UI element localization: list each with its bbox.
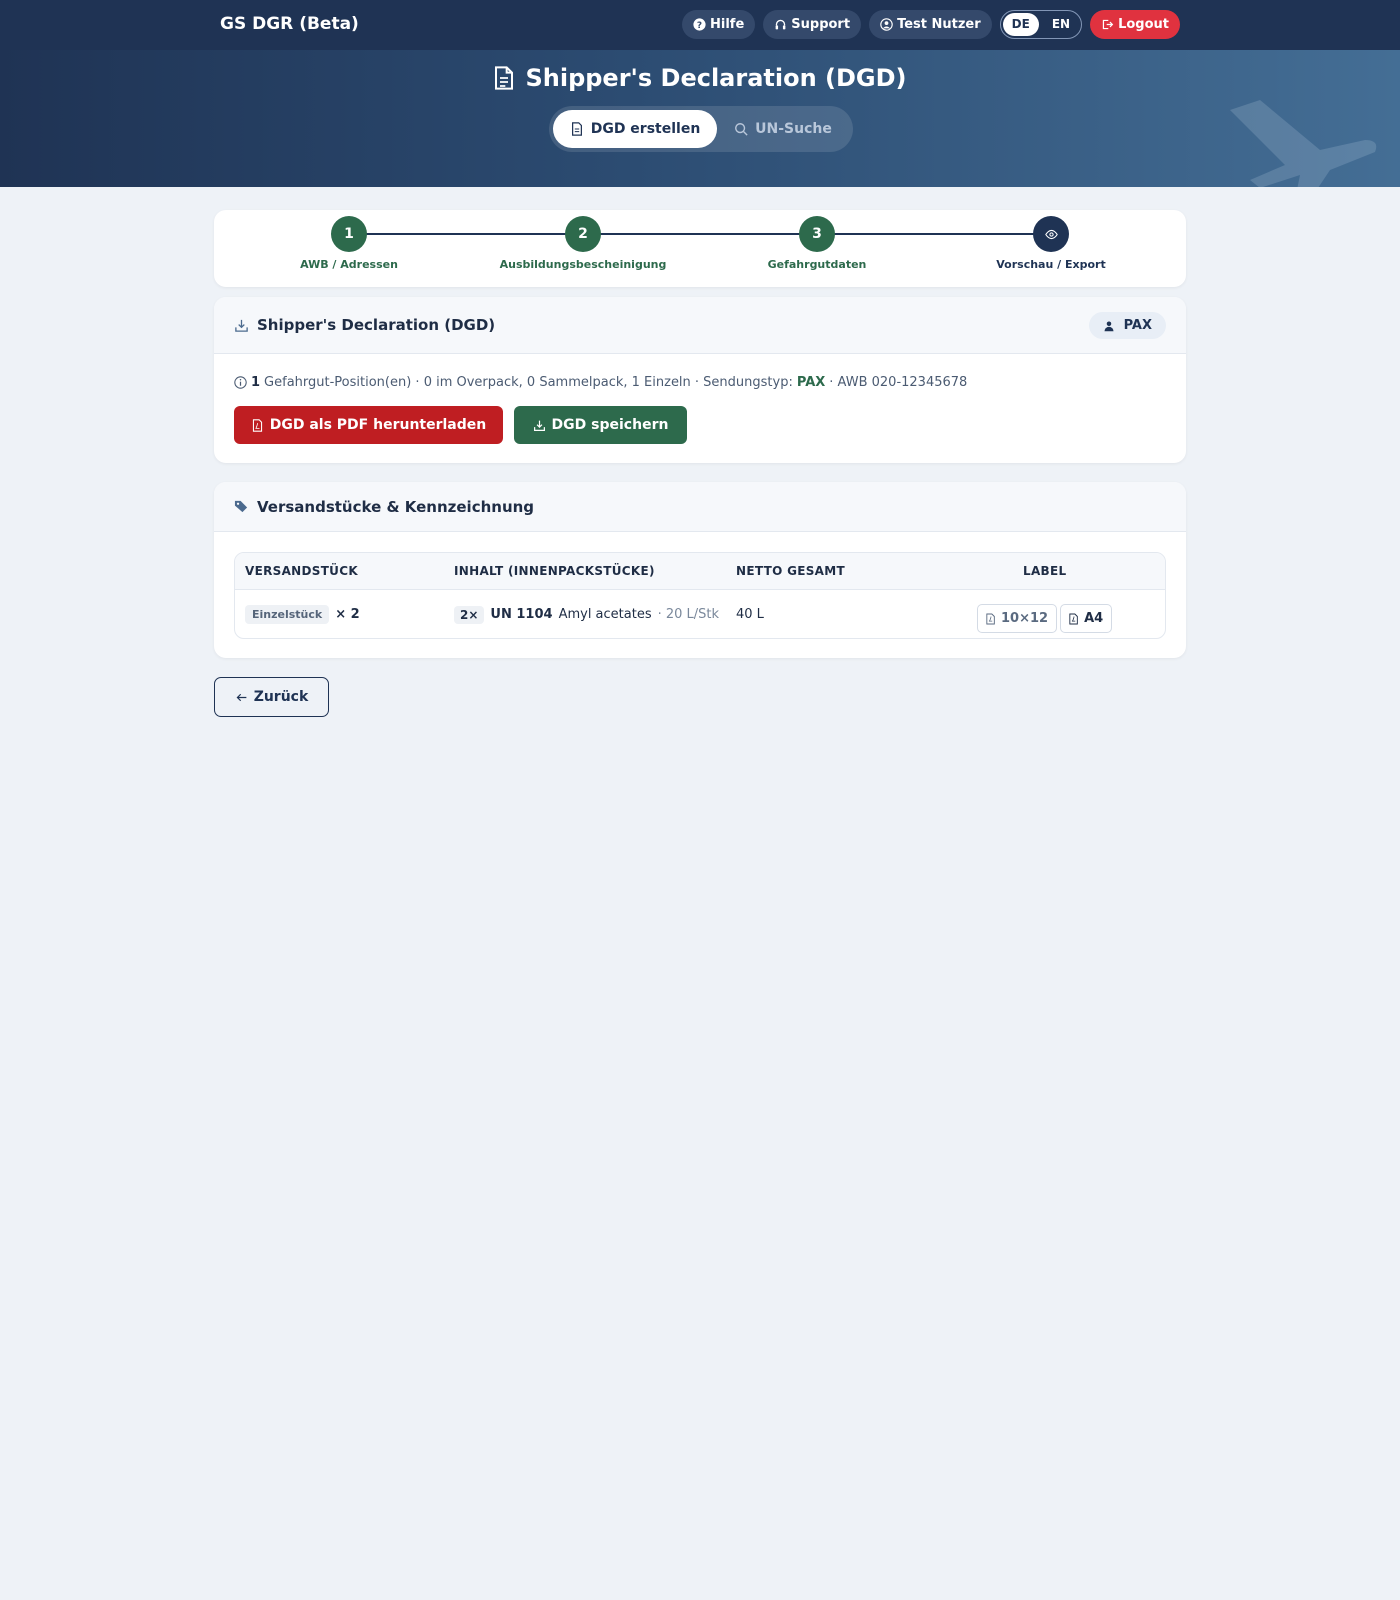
help-label: Hilfe: [710, 17, 745, 32]
back-label: Zurück: [253, 689, 309, 705]
label-size: 10×12: [1001, 611, 1049, 626]
card-title: Versandstücke & Kennzeichnung: [257, 497, 535, 516]
hero-banner: Shipper's Declaration (DGD) DGD erstelle…: [0, 50, 1400, 187]
step-label: Vorschau / Export: [996, 258, 1106, 271]
label-10x12-button[interactable]: 10×12: [977, 604, 1058, 633]
column-header: NETTO GESAMT: [736, 564, 845, 578]
substance-name: Amyl acetates: [558, 607, 652, 622]
packages-table: VERSANDSTÜCK INHALT (INNENPACKSTÜCKE) NE…: [234, 552, 1166, 639]
label-a4-button[interactable]: A4: [1060, 604, 1113, 633]
person-icon: [1104, 321, 1114, 331]
tab-un-suche[interactable]: UN-Suche: [717, 110, 849, 148]
document-icon: [495, 66, 514, 90]
badge-label: PAX: [1123, 318, 1152, 333]
step-gefahrgutdaten[interactable]: 3 Gefahrgutdaten: [717, 216, 917, 271]
inner-quantity: 2×: [454, 605, 485, 624]
summary-info: 1 Gefahrgut-Position(en) · 0 im Overpack…: [234, 375, 967, 390]
position-count: 1: [251, 375, 261, 390]
step-number: 1: [331, 216, 367, 252]
card-title: Shipper's Declaration (DGD): [257, 316, 496, 334]
arrow-left-icon: [236, 693, 247, 701]
stepper-line: [349, 233, 1051, 235]
headset-icon: [775, 19, 786, 30]
step-label: AWB / Adressen: [300, 258, 398, 271]
step-number: 3: [799, 216, 835, 252]
content-cell: 2× UN 1104 Amyl acetates · 20 L/Stk: [454, 590, 720, 638]
net-total-cell: 40 L: [736, 590, 764, 638]
eye-icon: [1044, 229, 1058, 239]
tab-label: UN-Suche: [755, 121, 832, 137]
download-icon: [235, 319, 248, 332]
search-icon: [735, 123, 748, 136]
column-header: LABEL: [1023, 564, 1067, 578]
save-dgd-label: DGD speichern: [551, 417, 669, 433]
save-dgd-button[interactable]: DGD speichern: [514, 406, 687, 444]
step-label: Ausbildungsbescheinigung: [499, 258, 667, 271]
user-label: Test Nutzer: [897, 17, 981, 32]
logout-label: Logout: [1118, 17, 1169, 32]
label-size: A4: [1084, 611, 1104, 626]
download-pdf-label: DGD als PDF herunterladen: [269, 417, 487, 433]
package-count: × 2: [335, 607, 360, 622]
question-circle-icon: ?: [693, 18, 706, 31]
user-circle-icon: [880, 18, 893, 31]
download-icon: [533, 420, 545, 431]
column-header: INHALT (INNENPACKSTÜCKE): [454, 564, 655, 578]
app-brand[interactable]: GS DGR (Beta): [220, 0, 359, 50]
logout-button[interactable]: Logout: [1090, 10, 1180, 39]
step-vorschau-export[interactable]: Vorschau / Export: [951, 216, 1151, 271]
per-unit-quantity: · 20 L/Stk: [657, 607, 720, 622]
label-cell: 10×12 A4: [977, 594, 1113, 638]
tab-label: DGD erstellen: [590, 121, 701, 137]
step-current-indicator: [1033, 216, 1069, 252]
tab-dgd-erstellen[interactable]: DGD erstellen: [553, 110, 717, 148]
card-header: Versandstücke & Kennzeichnung: [214, 482, 1186, 532]
language-toggle: DE EN: [999, 10, 1083, 39]
support-label: Support: [791, 17, 851, 32]
step-ausbildungsbescheinigung[interactable]: 2 Ausbildungsbescheinigung: [483, 216, 683, 271]
dgd-export-card: Shipper's Declaration (DGD) PAX 1 Gefahr…: [214, 297, 1186, 463]
shipment-type-badge: PAX: [1088, 312, 1166, 339]
document-icon: [571, 122, 582, 136]
page-title-text: Shipper's Declaration (DGD): [525, 64, 907, 92]
nav-actions: ? Hilfe Support Test Nutzer DE EN Logout: [682, 10, 1180, 39]
logout-icon: [1102, 19, 1114, 30]
mode-tabs: DGD erstellen UN-Suche: [549, 106, 853, 152]
step-label: Gefahrgutdaten: [767, 258, 867, 271]
progress-stepper: 1 AWB / Adressen 2 Ausbildungsbescheinig…: [214, 210, 1186, 287]
summary-text: Gefahrgut-Position(en) · 0 im Overpack, …: [264, 375, 793, 390]
help-button[interactable]: ? Hilfe: [682, 10, 756, 39]
un-number: UN 1104: [490, 607, 553, 622]
awb-number: · AWB 020-12345678: [829, 375, 968, 390]
net-total: 40 L: [736, 607, 764, 622]
pdf-file-icon: [1069, 613, 1078, 624]
packages-card: Versandstücke & Kennzeichnung VERSANDSTÜ…: [214, 482, 1186, 658]
column-header: VERSANDSTÜCK: [245, 564, 358, 578]
svg-text:?: ?: [697, 21, 702, 31]
package-cell: Einzelstück × 2: [245, 590, 360, 638]
info-icon: [234, 376, 247, 389]
page-title: Shipper's Declaration (DGD): [0, 64, 1400, 92]
support-button[interactable]: Support: [763, 10, 862, 39]
top-navbar: GS DGR (Beta) ? Hilfe Support Test Nutze…: [0, 0, 1400, 50]
package-type-chip: Einzelstück: [245, 605, 330, 624]
lang-en-button[interactable]: EN: [1043, 13, 1079, 36]
step-number: 2: [565, 216, 601, 252]
table-row: Einzelstück × 2 2× UN 1104 Amyl acetates…: [235, 590, 1165, 638]
back-button[interactable]: Zurück: [214, 677, 329, 717]
pdf-file-icon: [986, 613, 995, 624]
user-menu-button[interactable]: Test Nutzer: [869, 10, 992, 39]
table-header: VERSANDSTÜCK INHALT (INNENPACKSTÜCKE) NE…: [235, 553, 1165, 590]
download-pdf-button[interactable]: DGD als PDF herunterladen: [234, 406, 503, 444]
pdf-file-icon: [252, 418, 262, 432]
tags-icon: [234, 500, 248, 513]
shipment-type-value: PAX: [796, 375, 826, 390]
lang-de-button[interactable]: DE: [1002, 13, 1039, 36]
card-header: Shipper's Declaration (DGD): [214, 297, 1186, 354]
step-awb-adressen[interactable]: 1 AWB / Adressen: [249, 216, 449, 271]
